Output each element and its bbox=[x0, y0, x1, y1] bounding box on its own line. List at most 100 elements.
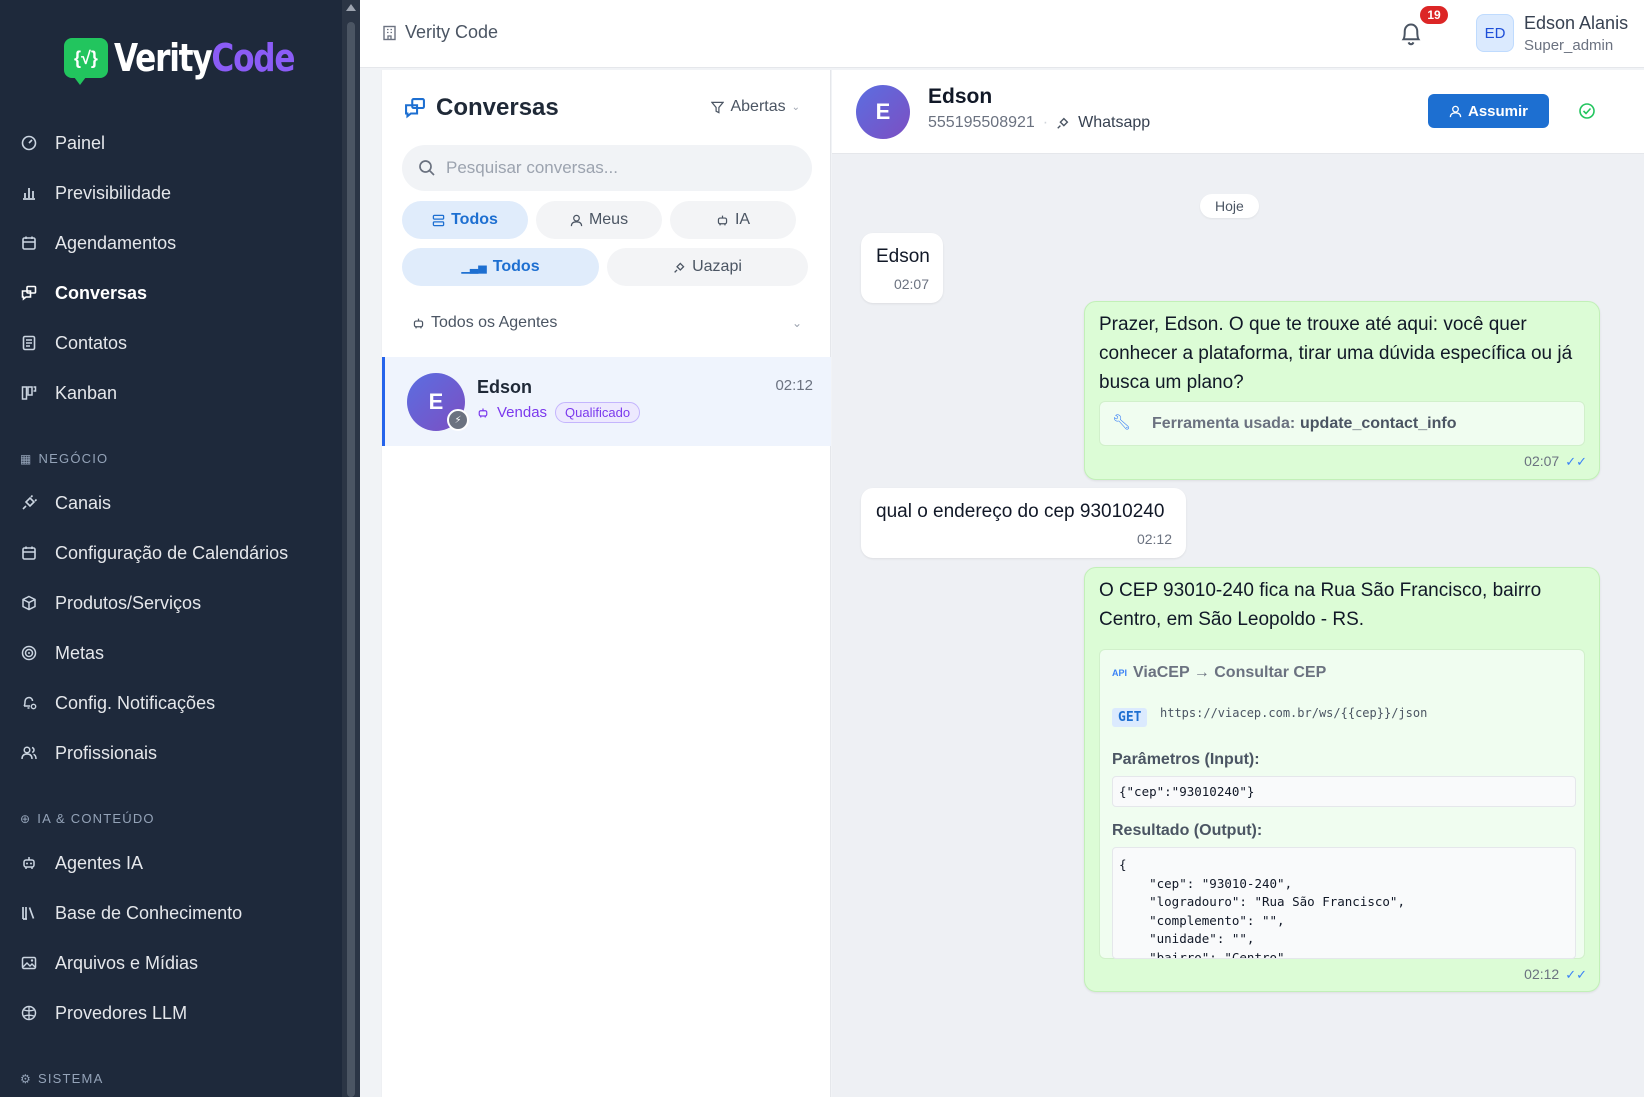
sidebar-item-base-conhecimento[interactable]: Base de Conhecimento bbox=[0, 888, 342, 938]
channel-filter-tabs: ▁▃▅ Todos Uazapi bbox=[402, 248, 808, 286]
logo-part-2: Code bbox=[211, 36, 295, 80]
user-avatar[interactable]: ED bbox=[1476, 14, 1514, 52]
agent-filter-select[interactable]: Todos os Agentes ⌄ bbox=[412, 314, 802, 332]
status-filter-dropdown[interactable]: Abertas ⌄ bbox=[711, 98, 800, 116]
sidebar-item-canais[interactable]: Canais bbox=[0, 478, 342, 528]
user-icon bbox=[570, 214, 583, 226]
tab-label: Meus bbox=[588, 211, 629, 228]
result-code[interactable]: { "cep": "93010-240", "logradouro": "Rua… bbox=[1112, 847, 1576, 959]
plug-icon bbox=[674, 262, 685, 273]
notifications-bell-icon[interactable] bbox=[1396, 18, 1426, 48]
sidebar-section-business: ▦ NEGÓCIO bbox=[0, 418, 342, 478]
search-box[interactable] bbox=[402, 145, 812, 191]
sidebar-scrollbar[interactable] bbox=[342, 0, 360, 1097]
sidebar-item-conversas[interactable]: Conversas bbox=[0, 268, 342, 318]
tab-label: Todos bbox=[451, 211, 498, 228]
breadcrumb-label: Verity Code bbox=[405, 22, 499, 42]
result-label: Resultado (Output): bbox=[1112, 822, 1263, 839]
tab-owner-todos[interactable]: Todos bbox=[402, 201, 528, 239]
sidebar-item-label: Agendamentos bbox=[55, 232, 177, 253]
sidebar-item-kanban[interactable]: Kanban bbox=[0, 368, 342, 418]
sidebar-item-label: Canais bbox=[55, 492, 112, 513]
params-label: Parâmetros (Input): bbox=[1112, 751, 1260, 768]
bell-gear-icon bbox=[20, 694, 38, 712]
sidebar-item-label: Kanban bbox=[55, 382, 118, 403]
message-incoming[interactable]: Edson 02:07 bbox=[861, 233, 943, 303]
conversations-title-text: Conversas bbox=[436, 94, 559, 121]
sidebar-item-calendarios[interactable]: Configuração de Calendários bbox=[0, 528, 342, 578]
sidebar-item-previsibilidade[interactable]: Previsibilidade bbox=[0, 168, 342, 218]
logo-wordmark: VerityCode bbox=[114, 36, 295, 80]
sidebar-item-contatos[interactable]: Contatos bbox=[0, 318, 342, 368]
tab-label: IA bbox=[734, 211, 751, 228]
tool-name: update_contact_info bbox=[1300, 415, 1457, 432]
tab-owner-meus[interactable]: Meus bbox=[536, 201, 662, 239]
sidebar-item-label: Agentes IA bbox=[55, 852, 144, 873]
message-outgoing[interactable]: Prazer, Edson. O que te trouxe até aqui:… bbox=[1084, 301, 1600, 480]
app-logo[interactable]: {√} VerityCode bbox=[64, 36, 334, 85]
sidebar-item-agentes[interactable]: Agentes IA bbox=[0, 838, 342, 888]
user-role: Super_admin bbox=[1524, 37, 1614, 54]
chat-messages-area[interactable]: Hoje Edson 02:07 Prazer, Edson. O que te… bbox=[832, 154, 1644, 1097]
plug-icon bbox=[20, 494, 38, 512]
status-filter-label: Abertas bbox=[730, 98, 786, 115]
tool-used-label: Ferramenta usada: bbox=[1152, 415, 1296, 432]
tab-owner-ia[interactable]: IA bbox=[670, 201, 796, 239]
section-label: IA & CONTEÚDO bbox=[37, 811, 155, 826]
list-icon bbox=[432, 214, 445, 226]
tab-channel-uazapi[interactable]: Uazapi bbox=[607, 248, 808, 286]
user-icon bbox=[1449, 105, 1462, 117]
sidebar-item-provedores[interactable]: Provedores LLM bbox=[0, 988, 342, 1038]
message-incoming[interactable]: qual o endereço do cep 93010240 02:12 bbox=[861, 488, 1186, 558]
assume-button[interactable]: Assumir bbox=[1428, 94, 1549, 128]
sidebar-item-metas[interactable]: Metas bbox=[0, 628, 342, 678]
conversation-time: 02:12 bbox=[775, 377, 813, 394]
scroll-up-arrow-icon[interactable] bbox=[346, 4, 356, 11]
message-meta: 02:07 ✓✓ bbox=[1524, 453, 1587, 470]
chat-contact-avatar[interactable]: E bbox=[856, 85, 910, 139]
agent-filter-label: Todos os Agentes bbox=[431, 314, 558, 331]
sidebar-item-profissionais[interactable]: Profissionais bbox=[0, 728, 342, 778]
api-call-box: API ViaCEP → Consultar CEP GET https://v… bbox=[1099, 649, 1585, 959]
assume-button-label: Assumir bbox=[1467, 102, 1529, 120]
brain-icon bbox=[20, 1004, 38, 1022]
user-name[interactable]: Edson Alanis bbox=[1524, 13, 1628, 34]
conversation-list-item[interactable]: E ⚡ Edson 02:12 Vendas Qualificado bbox=[382, 357, 831, 446]
robot-icon bbox=[717, 215, 728, 225]
message-text: Prazer, Edson. O que te trouxe até aqui:… bbox=[1099, 314, 1573, 393]
search-input[interactable] bbox=[446, 158, 786, 178]
resolve-check-icon[interactable] bbox=[1578, 102, 1596, 120]
message-outgoing[interactable]: O CEP 93010-240 fica na Rua São Francisc… bbox=[1084, 567, 1600, 992]
message-time: 02:07 bbox=[893, 276, 929, 292]
breadcrumb[interactable]: Verity Code bbox=[382, 22, 498, 43]
tab-label: Todos bbox=[492, 258, 540, 275]
agent-name: Vendas bbox=[497, 404, 548, 421]
search-icon bbox=[419, 160, 435, 176]
api-url: https://viacep.com.br/ws/{{cep}}/json bbox=[1160, 706, 1428, 720]
contact-phone: 555195508921 bbox=[928, 114, 1035, 131]
robot-icon bbox=[20, 854, 38, 872]
building-icon bbox=[383, 25, 396, 40]
sidebar-item-label: Contatos bbox=[55, 332, 128, 353]
owner-filter-tabs: Todos Meus IA bbox=[402, 201, 796, 239]
sparkle-icon: ⊕ bbox=[20, 812, 32, 826]
sidebar-item-produtos[interactable]: Produtos/Serviços bbox=[0, 578, 342, 628]
sidebar-item-notificacoes[interactable]: Config. Notificações bbox=[0, 678, 342, 728]
gauge-icon bbox=[20, 134, 38, 152]
sidebar-section-system: ⚙ SISTEMA bbox=[0, 1038, 342, 1097]
chat-contact-meta: 555195508921 · Whatsapp bbox=[928, 114, 1150, 132]
sidebar-item-arquivos[interactable]: Arquivos e Mídias bbox=[0, 938, 342, 988]
library-icon bbox=[20, 904, 38, 922]
tab-channel-todos[interactable]: ▁▃▅ Todos bbox=[402, 248, 599, 286]
logo-part-1: Verity bbox=[114, 36, 213, 80]
image-icon bbox=[20, 954, 38, 972]
sidebar-item-agendamentos[interactable]: Agendamentos bbox=[0, 218, 342, 268]
scrollbar-thumb[interactable] bbox=[347, 22, 355, 1097]
section-label: SISTEMA bbox=[37, 1071, 104, 1086]
day-separator: Hoje bbox=[1200, 194, 1259, 218]
contact-channel: Whatsapp bbox=[1078, 114, 1151, 131]
message-text: qual o endereço do cep 93010240 bbox=[876, 501, 1165, 522]
api-icon: API bbox=[1112, 668, 1128, 678]
sidebar-item-painel[interactable]: Painel bbox=[0, 118, 342, 168]
conversation-contact-name: Edson bbox=[477, 377, 533, 397]
